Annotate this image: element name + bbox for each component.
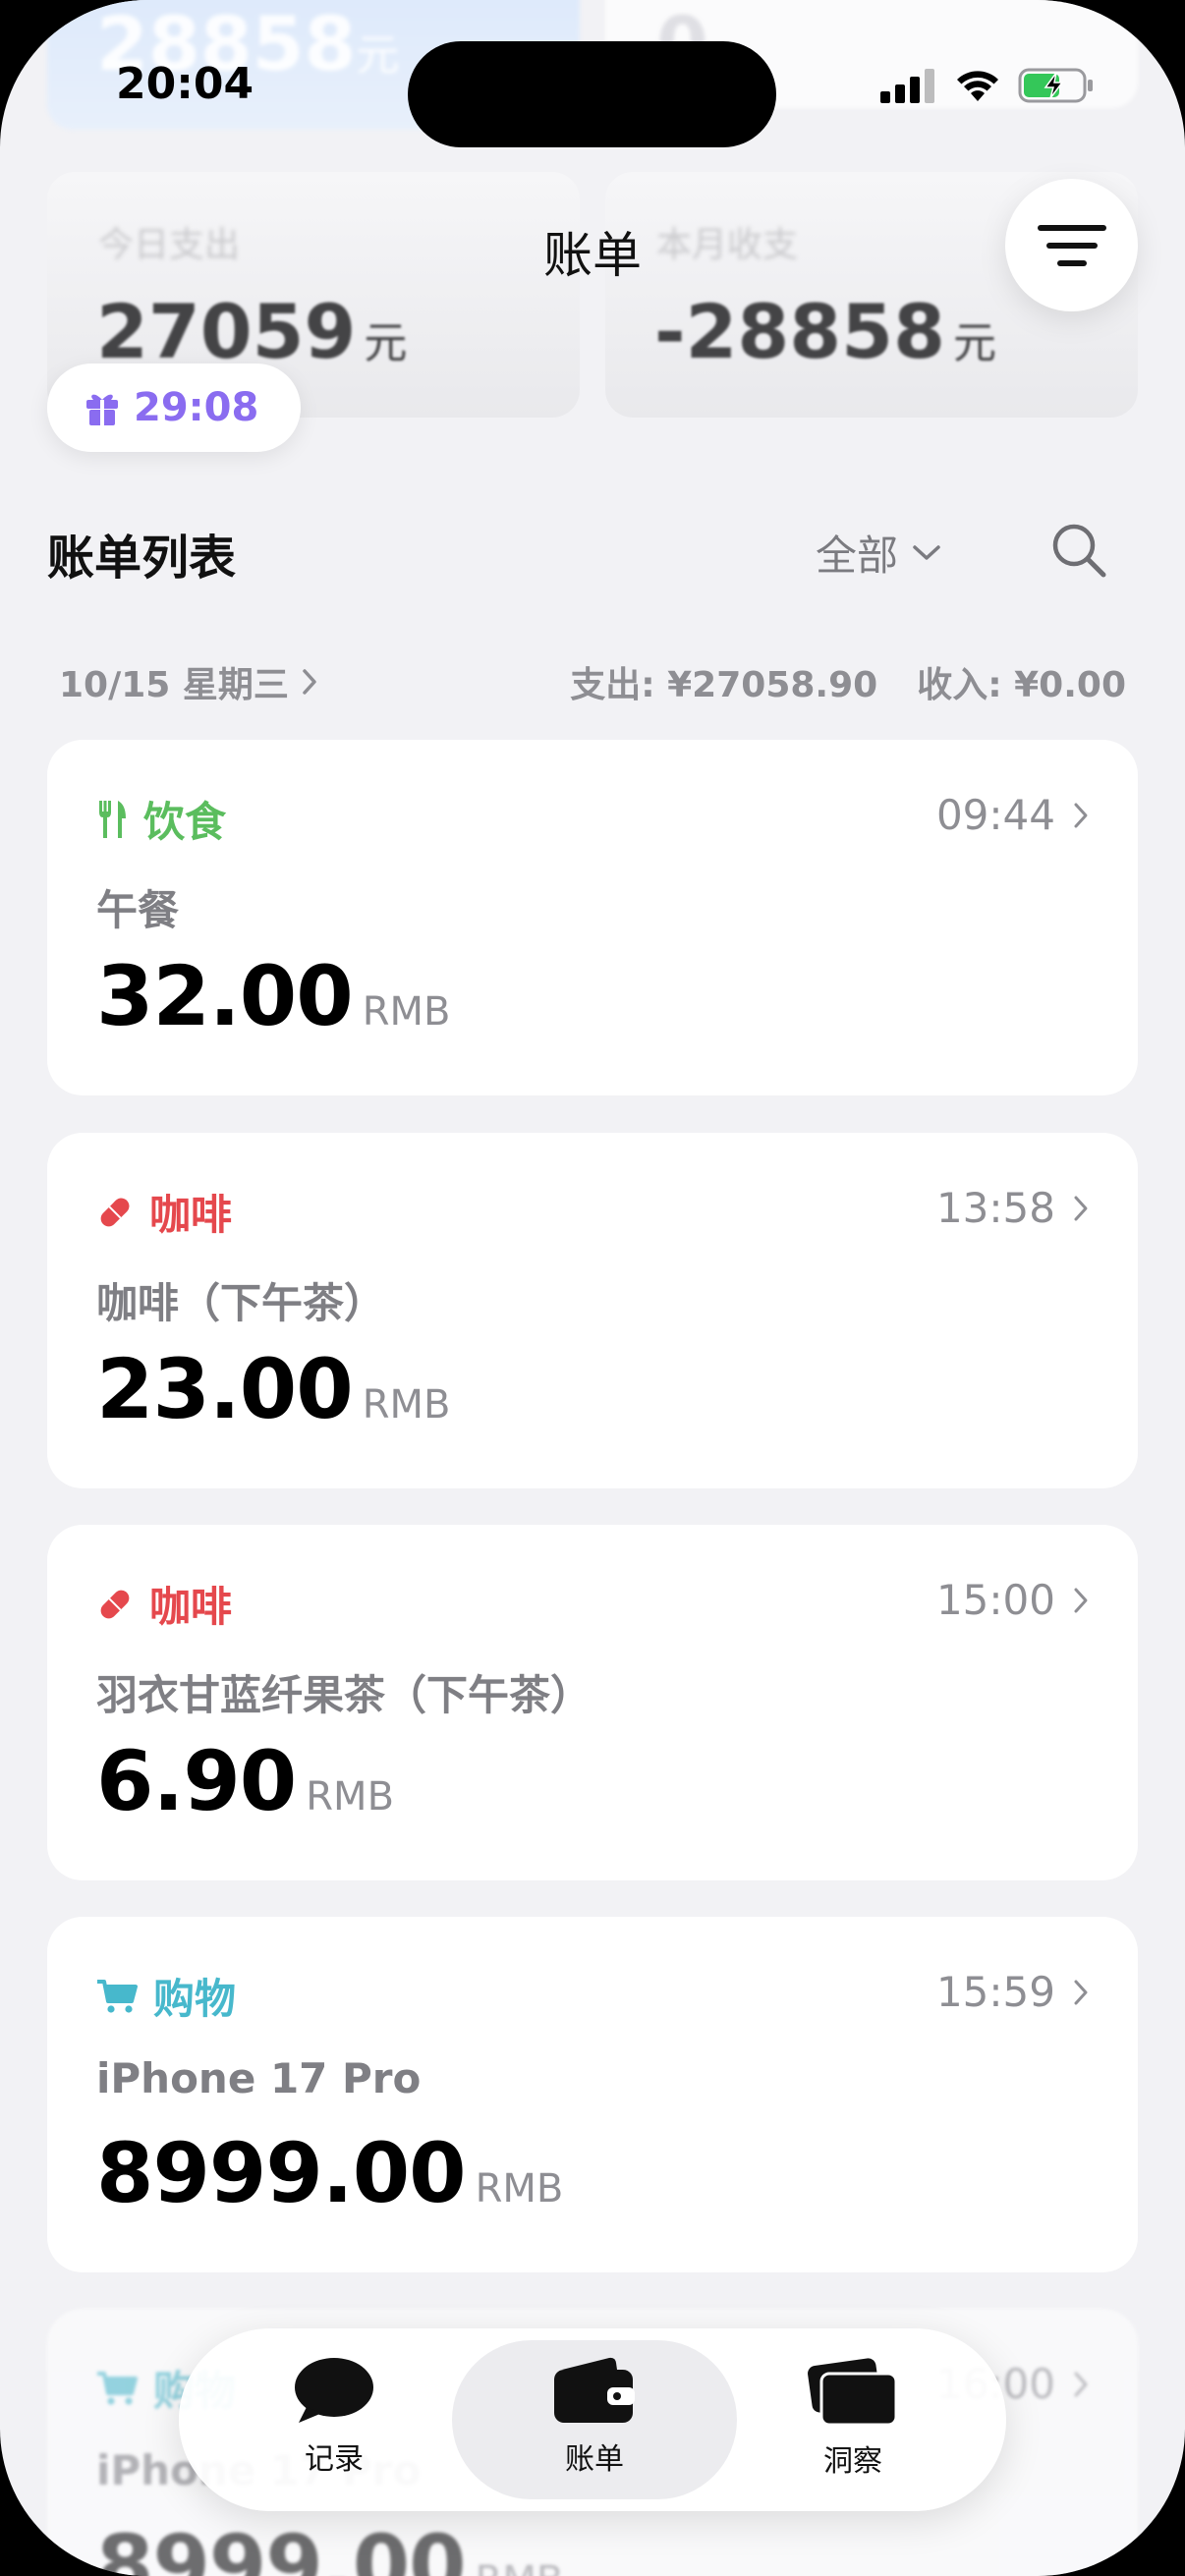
- chevron-right-icon: [1074, 1588, 1088, 1612]
- entry-amount: 6.90 RMB: [96, 1733, 394, 1829]
- chevron-right-icon: [1074, 1196, 1088, 1220]
- chevron-right-icon: [1074, 1980, 1088, 2004]
- shopping-cart-icon: [97, 2371, 138, 2405]
- chevron-down-icon: [913, 544, 940, 560]
- filter-lines-icon: [1037, 224, 1106, 266]
- phone-screen: 28858元 0 今日支出 27059元 本月收支 -28858元 20:04: [0, 0, 1185, 2576]
- status-icons: [880, 67, 1095, 104]
- month-balance-value: -28858 元: [654, 288, 996, 375]
- scope-dropdown-value: 全部: [816, 532, 899, 580]
- entry-category: 咖啡: [96, 1182, 232, 1242]
- entry-description: 咖啡（下午茶）: [96, 1279, 386, 1327]
- entry-category-label: 饮食: [143, 798, 227, 846]
- income-total: 收入: ¥0.00: [917, 665, 1126, 705]
- bill-entry-card[interactable]: 购物 15:59 iPhone 17 Pro 8999.00 RMB: [47, 1917, 1138, 2272]
- tab-bills[interactable]: 账单: [496, 2356, 693, 2493]
- entry-time-label: 15:59: [935, 1968, 1055, 2016]
- chevron-right-icon: [1074, 803, 1088, 827]
- fork-knife-icon: [99, 800, 126, 838]
- bill-entry-card[interactable]: 咖啡 13:58 咖啡（下午茶） 23.00 RMB: [47, 1133, 1138, 1488]
- pill-icon: [100, 1198, 130, 1226]
- entry-description: 羽衣甘蓝纤果茶（下午茶）: [96, 1671, 592, 1719]
- entry-currency: RMB: [306, 1774, 395, 1820]
- tab-bills-label: 账单: [565, 2442, 624, 2477]
- expense-total: 支出: ¥27058.90: [570, 665, 878, 705]
- gift-icon: [86, 394, 118, 425]
- tab-record-label: 记录: [305, 2442, 364, 2477]
- date-label: 10/15 星期三: [59, 665, 289, 705]
- entry-time-label: 09:44: [935, 791, 1055, 839]
- filter-button[interactable]: [1005, 179, 1138, 311]
- battery-charging-icon: [1018, 68, 1093, 103]
- entry-category: 购物: [96, 1966, 236, 2026]
- entry-time: 15:00: [936, 1576, 1089, 1624]
- entry-description: 午餐: [96, 886, 180, 934]
- entry-time: 13:58: [936, 1184, 1089, 1232]
- chevron-right-icon: [1074, 2372, 1088, 2396]
- search-button[interactable]: [1049, 521, 1108, 580]
- chevron-right-icon: [303, 669, 316, 695]
- dynamic-island: [408, 41, 776, 147]
- entry-currency: RMB: [362, 989, 451, 1035]
- entry-description: iPhone 17 Pro: [96, 2054, 422, 2102]
- tab-insight[interactable]: 洞察: [755, 2356, 951, 2493]
- entry-currency: RMB: [476, 2558, 564, 2576]
- entry-category: 饮食: [96, 789, 226, 849]
- search-icon: [1052, 524, 1106, 578]
- entry-category-label: 购物: [153, 1975, 237, 2023]
- entry-amount: 8999.00 RMB: [96, 2517, 563, 2576]
- entry-amount: 32.00 RMB: [96, 948, 450, 1044]
- list-title: 账单列表: [47, 531, 237, 586]
- entry-amount-value: 6.90: [96, 1733, 297, 1829]
- today-expense-value: 27059 元: [96, 288, 408, 375]
- entry-amount-value: 23.00: [96, 1341, 354, 1437]
- entry-amount-value: 8999.00: [96, 2125, 467, 2221]
- scope-dropdown[interactable]: 全部: [816, 523, 941, 583]
- entry-currency: RMB: [475, 2166, 564, 2212]
- status-time: 20:04: [116, 59, 254, 109]
- pill-icon: [100, 1590, 130, 1618]
- entry-category: 咖啡: [96, 1574, 232, 1634]
- entry-amount: 23.00 RMB: [96, 1341, 450, 1437]
- entry-time: 09:44: [936, 791, 1089, 839]
- entry-category-label: 咖啡: [149, 1583, 233, 1631]
- date-summary-row: 10/15 星期三 支出: ¥27058.90 收入: ¥0.00: [59, 656, 1126, 707]
- tab-insight-label: 洞察: [823, 2444, 882, 2479]
- bill-entry-card[interactable]: 咖啡 15:00 羽衣甘蓝纤果茶（下午茶） 6.90 RMB: [47, 1525, 1138, 1880]
- entry-time-label: 15:00: [935, 1576, 1055, 1624]
- entry-amount: 8999.00 RMB: [96, 2125, 563, 2221]
- bill-entry-card[interactable]: 饮食 09:44 午餐 32.00 RMB: [47, 740, 1138, 1095]
- wallet-icon: [554, 2357, 635, 2423]
- date-link[interactable]: 10/15 星期三: [59, 656, 318, 707]
- entry-currency: RMB: [362, 1382, 451, 1428]
- wifi-icon: [957, 71, 998, 101]
- speech-bubble-icon: [295, 2358, 373, 2423]
- entry-amount-value: 8999.00: [96, 2517, 467, 2576]
- entry-time: 15:59: [936, 1968, 1089, 2016]
- entry-time-label: 13:58: [935, 1184, 1055, 1232]
- gift-timer-pill[interactable]: 29:08: [47, 364, 301, 452]
- entry-category-label: 咖啡: [149, 1191, 233, 1239]
- stacked-cards-icon: [808, 2358, 898, 2427]
- shopping-cart-icon: [97, 1979, 138, 2013]
- cellular-signal-icon: [880, 69, 934, 103]
- timer-text: 29:08: [134, 385, 259, 430]
- tab-bar: 记录 账单 洞察: [179, 2328, 1006, 2511]
- entry-amount-value: 32.00: [96, 948, 354, 1044]
- day-totals: 支出: ¥27058.90 收入: ¥0.00: [570, 656, 1126, 707]
- tab-record[interactable]: 记录: [236, 2356, 432, 2493]
